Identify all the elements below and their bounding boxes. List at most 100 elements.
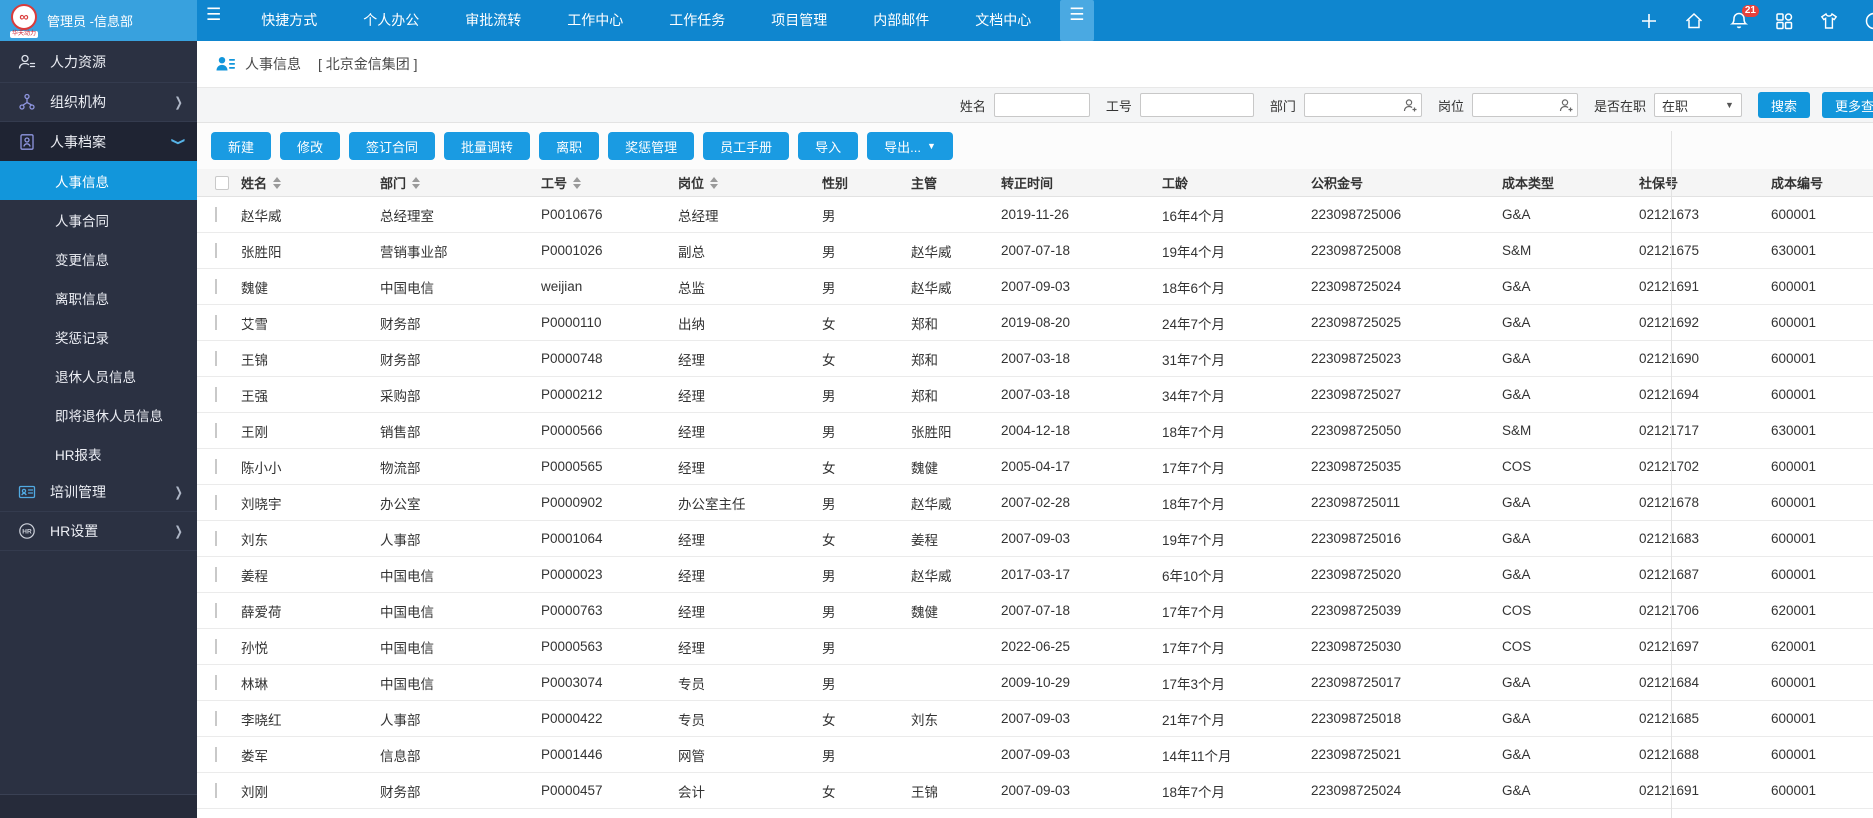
toolbar-button-5[interactable]: 奖惩管理 — [608, 132, 695, 160]
column-header-0[interactable]: 姓名 — [241, 173, 380, 192]
sidebar-item-3[interactable]: 培训管理 ❯ — [0, 473, 197, 512]
table-row[interactable]: 王强 采购部 P0000212 经理 男 郑和 2007-03-18 34年7个月 223098… — [197, 377, 1873, 413]
home-icon[interactable] — [1684, 11, 1704, 31]
table-row[interactable]: 娄军 信息部 P0001446 网管 男 2007-09-03 14年11个月 2230987… — [197, 737, 1873, 773]
toolbar-button-7[interactable]: 导入 — [798, 132, 859, 160]
row-checkbox[interactable] — [215, 387, 217, 402]
row-checkbox[interactable] — [215, 495, 217, 510]
search-button[interactable]: 搜索 — [1757, 92, 1810, 118]
row-checkbox[interactable] — [215, 207, 217, 222]
topnav-item-5[interactable]: 项目管理 — [748, 0, 850, 41]
sort-asc-icon — [412, 176, 421, 182]
add-icon[interactable] — [1639, 11, 1659, 31]
toolbar-button-6[interactable]: 员工手册 — [703, 132, 790, 160]
sidebar-subitem-2-4[interactable]: 奖惩记录 — [0, 317, 197, 356]
sidebar-item-0[interactable]: 人力资源 — [0, 41, 197, 83]
row-checkbox[interactable] — [215, 351, 217, 366]
sidebar-subitem-2-1[interactable]: 人事合同 — [0, 200, 197, 239]
toolbar-button-2[interactable]: 签订合同 — [349, 132, 436, 160]
sort-icon[interactable] — [412, 176, 421, 189]
name-filter-input[interactable] — [993, 93, 1090, 117]
row-checkbox[interactable] — [215, 423, 217, 438]
topnav-item-4[interactable]: 工作任务 — [646, 0, 748, 41]
toolbar-button-3[interactable]: 批量调转 — [444, 132, 531, 160]
empno-filter-input[interactable] — [1139, 93, 1254, 117]
table-row[interactable]: 刘东 人事部 P0001064 经理 女 姜程 2007-09-03 19年7个月 223098… — [197, 521, 1873, 557]
table-row[interactable]: 孙悦 中国电信 P0000563 经理 男 2022-06-25 17年7个月 2230987… — [197, 629, 1873, 665]
sidebar-subitem-2-6[interactable]: 即将退休人员信息 — [0, 395, 197, 434]
table-row[interactable]: 王刚 销售部 P0000566 经理 男 张胜阳 2004-12-18 18年7个月 22309… — [197, 413, 1873, 449]
topnav-item-6[interactable]: 内部邮件 — [850, 0, 952, 41]
topnav-item-0[interactable]: 快捷方式 — [238, 0, 340, 41]
help-icon[interactable] — [1864, 11, 1873, 31]
row-checkbox[interactable] — [215, 459, 217, 474]
sidebar-subitem-2-2[interactable]: 变更信息 — [0, 239, 197, 278]
cell-5: 魏健 — [911, 604, 938, 620]
post-picker-person-add-icon[interactable] — [1559, 98, 1574, 113]
table-row[interactable]: 赵华威 总经理室 P0010676 总经理 男 2019-11-26 16年4个月 22309… — [197, 197, 1873, 233]
toolbar-button-0[interactable]: 新建 — [211, 132, 272, 160]
sidebar-item-4[interactable]: HR HR设置 ❯ — [0, 512, 197, 551]
cell-7: 17年7个月 — [1162, 460, 1226, 476]
table-row[interactable]: 刘刚 财务部 P0000457 会计 女 王锦 2007-09-03 18年7个月 223098… — [197, 773, 1873, 809]
topnav-item-3[interactable]: 工作中心 — [544, 0, 646, 41]
table-row[interactable]: 张胜阳 营销事业部 P0001026 副总 男 赵华威 2007-07-18 19年4个月 22… — [197, 233, 1873, 269]
table-row[interactable]: 陈小小 物流部 P0000565 经理 女 魏健 2005-04-17 17年7个月 22309… — [197, 449, 1873, 485]
row-checkbox-cell — [197, 603, 241, 618]
row-checkbox[interactable] — [215, 315, 217, 330]
sort-icon[interactable] — [573, 176, 582, 189]
row-checkbox[interactable] — [215, 675, 217, 690]
sidebar-subitem-2-5[interactable]: 退休人员信息 — [0, 356, 197, 395]
table-row[interactable]: 艾雪 财务部 P0000110 出纳 女 郑和 2019-08-20 24年7个月 223098… — [197, 305, 1873, 341]
row-checkbox[interactable] — [215, 639, 217, 654]
table-row[interactable]: 王锦 财务部 P0000748 经理 女 郑和 2007-03-18 31年7个月 223098… — [197, 341, 1873, 377]
sidebar-item-2[interactable]: 人事档案 ❯ — [0, 122, 197, 161]
topnav-item-2[interactable]: 审批流转 — [442, 0, 544, 41]
sidebar-subitem-2-7[interactable]: HR报表 — [0, 434, 197, 473]
topnav-item-1[interactable]: 个人办公 — [340, 0, 442, 41]
notifications-bell-icon[interactable]: 21 — [1729, 4, 1759, 31]
cell-0: 王强 — [241, 388, 268, 404]
row-checkbox[interactable] — [215, 783, 217, 798]
dept-picker-person-add-icon[interactable] — [1403, 98, 1418, 113]
sort-icon[interactable] — [710, 176, 719, 189]
column-header-1[interactable]: 部门 — [380, 173, 541, 192]
cell-10: 02121692 — [1639, 315, 1700, 330]
select-all-checkbox[interactable] — [215, 175, 229, 190]
topnav-item-7[interactable]: 文档中心 — [952, 0, 1054, 41]
menu-toggle-icon[interactable]: ☰ — [197, 0, 230, 41]
row-checkbox[interactable] — [215, 747, 217, 762]
row-checkbox-cell — [197, 207, 241, 222]
table-row[interactable]: 林琳 中国电信 P0003074 专员 男 2009-10-29 17年3个月 2230987… — [197, 665, 1873, 701]
more-search-button[interactable]: 更多查询 — [1821, 92, 1873, 118]
row-checkbox[interactable] — [215, 711, 217, 726]
toolbar-button-4[interactable]: 离职 — [539, 132, 600, 160]
apps-grid-icon[interactable] — [1774, 11, 1794, 31]
row-checkbox[interactable] — [215, 567, 217, 582]
column-header-2[interactable]: 工号 — [541, 173, 678, 192]
sidebar-subitem-2-3[interactable]: 离职信息 — [0, 278, 197, 317]
cell-3: 经理 — [678, 640, 705, 656]
cell-9: G&A — [1502, 315, 1531, 330]
sidebar-item-1[interactable]: 组织机构 ❯ — [0, 83, 197, 122]
row-checkbox[interactable] — [215, 243, 217, 258]
column-header-3[interactable]: 岗位 — [678, 173, 822, 192]
table-row[interactable]: 薛爱荷 中国电信 P0000763 经理 男 魏健 2007-07-18 17年7个月 2230… — [197, 593, 1873, 629]
sort-icon[interactable] — [273, 176, 282, 189]
table-row[interactable]: 姜程 中国电信 P0000023 经理 男 赵华威 2017-03-17 6年10个月 2230… — [197, 557, 1873, 593]
status-select[interactable]: 在职 ▼ — [1653, 93, 1742, 117]
row-checkbox[interactable] — [215, 603, 217, 618]
cell-6: 2004-12-18 — [1001, 423, 1071, 438]
theme-shirt-icon[interactable] — [1819, 11, 1839, 31]
row-checkbox-cell — [197, 387, 241, 402]
cell-7: 18年6个月 — [1162, 280, 1226, 296]
toolbar-button-1[interactable]: 修改 — [280, 132, 341, 160]
table-row[interactable]: 李晓红 人事部 P0000422 专员 女 刘东 2007-09-03 21年7个月 22309… — [197, 701, 1873, 737]
table-row[interactable]: 刘晓宇 办公室 P0000902 办公室主任 男 赵华威 2007-02-28 18年7个月 2… — [197, 485, 1873, 521]
row-checkbox[interactable] — [215, 279, 217, 294]
toolbar-button-8[interactable]: 导出... ▼ — [867, 132, 953, 160]
more-modules-icon[interactable]: ☰ — [1060, 0, 1094, 41]
table-row[interactable]: 魏健 中国电信 weijian 总监 男 赵华威 2007-09-03 18年6个月 22309… — [197, 269, 1873, 305]
row-checkbox[interactable] — [215, 531, 217, 546]
sidebar-subitem-2-0[interactable]: 人事信息 — [0, 161, 197, 200]
